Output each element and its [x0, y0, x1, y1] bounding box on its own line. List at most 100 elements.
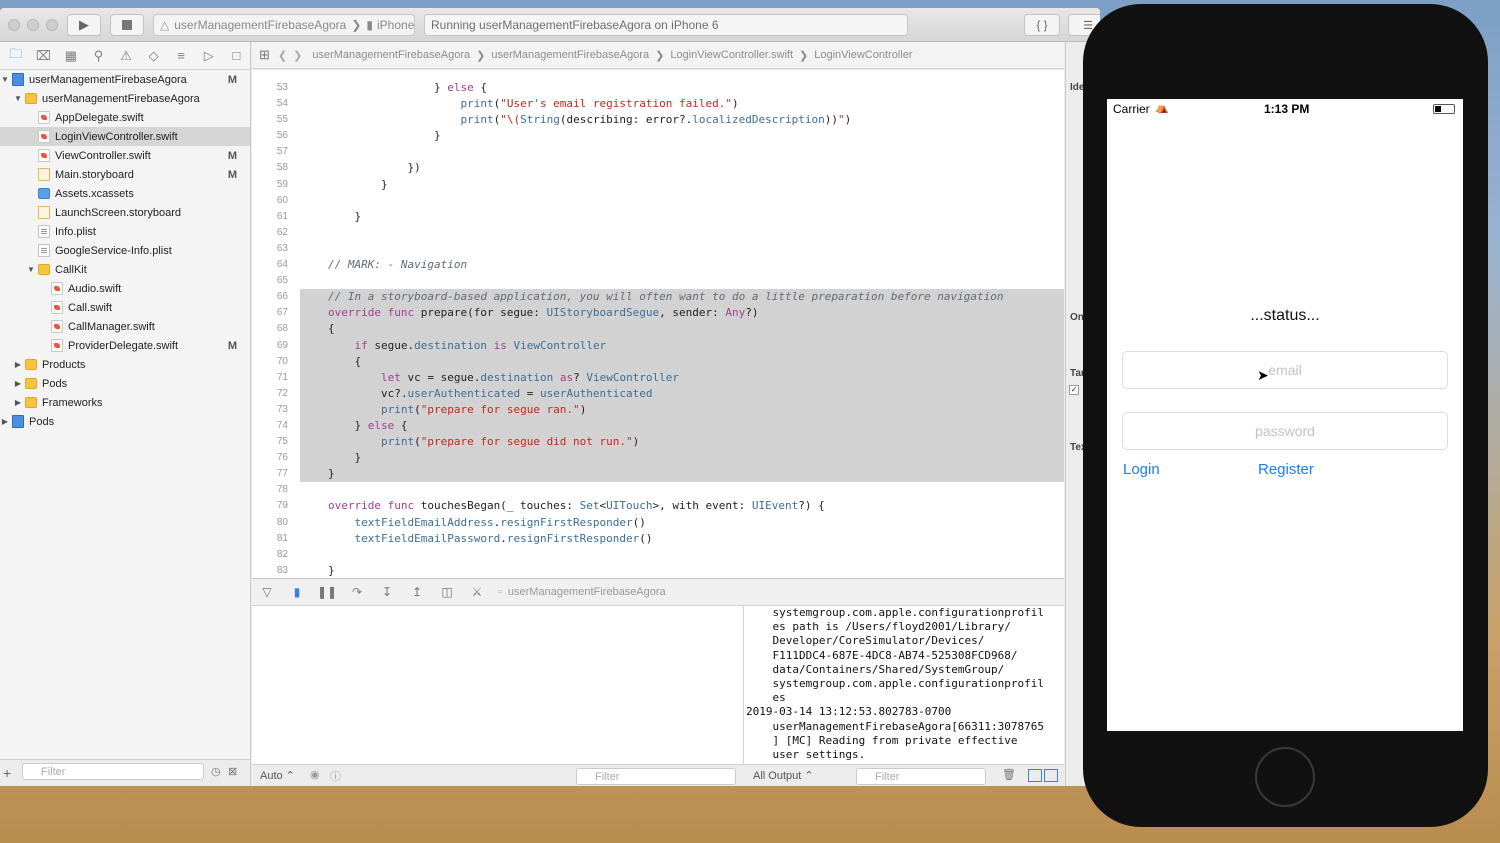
step-over-icon[interactable]: ↷	[342, 585, 372, 599]
line-number: 56	[276, 130, 288, 142]
view-debugger-icon[interactable]: ◫	[432, 585, 462, 599]
disclosure-open-icon[interactable]: ▼	[0, 75, 10, 84]
info-icon[interactable]: ⓘ	[330, 768, 341, 784]
disclosure-closed-icon[interactable]: ▶	[13, 360, 23, 369]
line-number: 67	[276, 307, 288, 319]
file-tree-row[interactable]: ViewController.swift M	[0, 146, 250, 165]
password-field[interactable]: password	[1122, 412, 1448, 450]
code-line: 80 textFieldEmailAddress.resignFirstResp…	[252, 515, 1064, 531]
breakpoint-icon[interactable]: ▷	[195, 48, 223, 64]
split-right-icon[interactable]	[1044, 769, 1058, 782]
split-left-icon[interactable]	[1028, 769, 1042, 782]
step-into-icon[interactable]: ↧	[372, 585, 402, 599]
folder-icon[interactable]: 🗀	[2, 45, 30, 67]
auto-scope-select[interactable]: Auto ⌃	[260, 769, 295, 782]
file-tree-row[interactable]: Assets.xcassets	[0, 184, 250, 203]
code-line: 61 }	[252, 209, 1064, 225]
breakpoints-toggle-icon[interactable]: ▮	[282, 585, 312, 599]
back-chevron-icon[interactable]: ❮	[278, 49, 287, 62]
crumb-project[interactable]: userManagementFirebaseAgora	[312, 49, 470, 61]
line-number: 64	[276, 259, 288, 271]
stop-button[interactable]	[110, 14, 144, 36]
file-tree-row[interactable]: Audio.swift	[0, 279, 250, 298]
code-line: 63	[252, 241, 1064, 257]
editor-mode-button[interactable]: { }	[1024, 14, 1060, 36]
search-icon[interactable]: ⚲	[85, 48, 113, 64]
email-field[interactable]: email	[1122, 351, 1448, 389]
home-button[interactable]	[1255, 747, 1315, 807]
scm-filter-icon[interactable]: ⊠	[228, 765, 237, 778]
add-icon[interactable]: +	[3, 765, 11, 781]
code-text: }	[328, 177, 388, 191]
filter-text: Filter	[41, 765, 66, 778]
line-number: 66	[276, 291, 288, 303]
file-tree-row[interactable]: LoginViewController.swift	[0, 127, 250, 146]
stop-icon	[122, 20, 132, 30]
console-filter-input[interactable]: Filter	[856, 768, 986, 785]
file-tree-label: Call.swift	[68, 301, 113, 314]
line-number: 61	[276, 210, 288, 222]
scheme-selector[interactable]: △ userManagementFirebaseAgora ❯ ▮ iPhone…	[153, 14, 415, 36]
minimize-window-button[interactable]	[27, 19, 39, 31]
code-line: 59 }	[252, 177, 1064, 193]
file-tree-row[interactable]: ▼ userManagementFirebaseAgora	[0, 89, 250, 108]
line-number: 78	[276, 484, 288, 496]
test-icon[interactable]: ◇	[140, 48, 168, 64]
file-tree-row[interactable]: AppDelegate.swift	[0, 108, 250, 127]
file-tree-row[interactable]: ProviderDelegate.swift M	[0, 336, 250, 355]
report-icon[interactable]: □	[223, 48, 251, 63]
navigator-filter-input[interactable]: Filter	[22, 763, 204, 780]
disclosure-open-icon[interactable]: ▼	[13, 94, 23, 103]
file-tree-row[interactable]: Main.storyboard M	[0, 165, 250, 184]
trash-icon[interactable]: 🗑	[1002, 768, 1016, 781]
file-tree-row[interactable]: Call.swift	[0, 298, 250, 317]
checkbox-icon[interactable]: ✓	[1069, 385, 1079, 395]
register-button[interactable]: Register	[1258, 461, 1314, 478]
file-tree-row[interactable]: ▶ Products	[0, 355, 250, 374]
target-icon: ▫	[498, 586, 502, 598]
grid-icon[interactable]: ⊞	[259, 47, 270, 63]
step-out-icon[interactable]: ↥	[402, 585, 432, 599]
line-number: 71	[276, 371, 288, 383]
disclosure-closed-icon[interactable]: ▶	[13, 379, 23, 388]
output-select[interactable]: All Output ⌃	[753, 769, 814, 782]
eye-icon[interactable]: ◉	[310, 768, 320, 781]
code-text: print("\(String(describing: error?.local…	[460, 113, 852, 127]
debug-icon[interactable]: ≡	[167, 48, 195, 63]
file-tree-row[interactable]: ▶ Frameworks	[0, 393, 250, 412]
hierarchy-icon[interactable]: ▦	[57, 48, 85, 64]
crumb-file[interactable]: LoginViewController.swift	[670, 49, 793, 61]
clock-icon[interactable]: ◷	[211, 765, 221, 778]
source-control-icon[interactable]: ⌧	[30, 48, 58, 64]
battery-icon	[1433, 104, 1455, 114]
file-tree-row[interactable]: ▼ userManagementFirebaseAgora M	[0, 70, 250, 89]
crumb-folder[interactable]: userManagementFirebaseAgora	[491, 49, 649, 61]
memory-graph-icon[interactable]: ⚔	[462, 585, 492, 599]
crumb-symbol[interactable]: LoginViewController	[814, 49, 912, 61]
variables-filter-input[interactable]: Filter	[576, 768, 736, 785]
disclosure-open-icon[interactable]: ▼	[26, 265, 36, 274]
hide-debug-icon[interactable]: ▽	[252, 585, 282, 599]
file-tree: ▼ userManagementFirebaseAgora M ▼ userManage…	[0, 70, 250, 431]
warning-icon[interactable]: ⚠	[112, 48, 140, 64]
pause-icon[interactable]: ❚❚	[312, 585, 342, 599]
zoom-window-button[interactable]	[46, 19, 58, 31]
disclosure-closed-icon[interactable]: ▶	[13, 398, 23, 407]
plist-file-icon	[38, 244, 50, 257]
run-button[interactable]: ▶	[67, 14, 101, 36]
file-tree-row[interactable]: ▶ Pods	[0, 374, 250, 393]
disclosure-closed-icon[interactable]: ▶	[0, 417, 10, 426]
file-tree-row[interactable]: ▶ Pods	[0, 412, 250, 431]
file-tree-row[interactable]: CallManager.swift	[0, 317, 250, 336]
login-button[interactable]: Login	[1123, 461, 1160, 478]
file-tree-row[interactable]: LaunchScreen.storyboard	[0, 203, 250, 222]
source-editor[interactable]: 53 } else {54 print("User's email regist…	[252, 70, 1064, 578]
line-number: 54	[276, 98, 288, 110]
forward-chevron-icon[interactable]: ❯	[293, 49, 302, 62]
file-tree-row[interactable]: ▼ CallKit	[0, 260, 250, 279]
code-text: {	[328, 322, 335, 336]
file-tree-row[interactable]: GoogleService-Info.plist	[0, 241, 250, 260]
close-window-button[interactable]	[8, 19, 20, 31]
code-line: 56 }	[252, 128, 1064, 144]
file-tree-row[interactable]: Info.plist	[0, 222, 250, 241]
